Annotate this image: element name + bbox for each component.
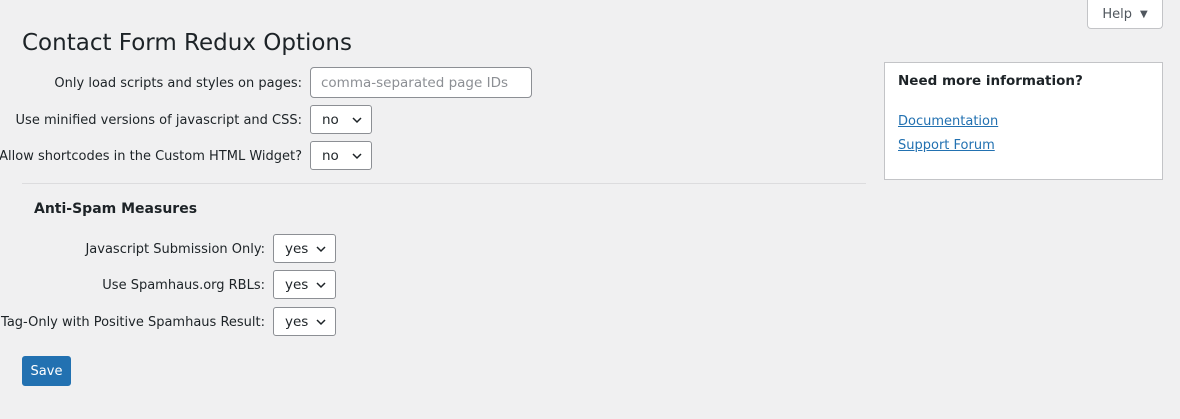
chevron-down-icon [352,116,362,123]
info-sidebox: Need more information? Documentation Sup… [884,62,1163,180]
load-pages-input[interactable] [310,67,532,98]
tag-only-select[interactable]: yes [273,307,336,336]
spamhaus-label: Use Spamhaus.org RBLs: [102,277,265,293]
js-only-label: Javascript Submission Only: [85,241,265,257]
anti-spam-heading: Anti-Spam Measures [34,201,198,217]
sidebox-title: Need more information? [898,73,1083,89]
load-pages-row: Only load scripts and styles on pages: [22,74,302,92]
help-tab-button[interactable]: Help ▼ [1087,0,1163,29]
caret-down-icon: ▼ [1139,8,1148,20]
js-only-selected-value: yes [285,240,309,257]
shortcodes-selected-value: no [322,147,339,164]
spamhaus-row: Use Spamhaus.org RBLs: [22,276,265,294]
spamhaus-selected-value: yes [285,276,309,293]
chevron-down-icon [316,281,326,288]
minified-row: Use minified versions of javascript and … [16,111,302,129]
save-button[interactable]: Save [22,356,71,386]
minified-selected-value: no [322,111,339,128]
support-forum-link[interactable]: Support Forum [898,138,995,153]
tag-only-selected-value: yes [285,313,309,330]
chevron-down-icon [316,245,326,252]
js-only-select[interactable]: yes [273,234,336,263]
documentation-link[interactable]: Documentation [898,114,998,129]
shortcodes-row: Allow shortcodes in the Custom HTML Widg… [0,147,302,165]
chevron-down-icon [352,152,362,159]
js-only-row: Javascript Submission Only: [22,240,265,258]
tag-only-label: Tag-Only with Positive Spamhaus Result: [1,314,265,330]
shortcodes-label: Allow shortcodes in the Custom HTML Widg… [0,148,302,164]
shortcodes-select[interactable]: no [310,141,372,170]
load-pages-label: Only load scripts and styles on pages: [54,75,302,91]
minified-label: Use minified versions of javascript and … [15,112,302,128]
section-divider [22,183,866,184]
options-page: Help ▼ Contact Form Redux Options Only l… [0,0,1180,419]
page-title: Contact Form Redux Options [22,30,352,56]
minified-select[interactable]: no [310,105,372,134]
spamhaus-select[interactable]: yes [273,270,336,299]
help-tab-label: Help [1102,6,1132,22]
chevron-down-icon [316,318,326,325]
tag-only-row: Tag-Only with Positive Spamhaus Result: [1,313,265,331]
